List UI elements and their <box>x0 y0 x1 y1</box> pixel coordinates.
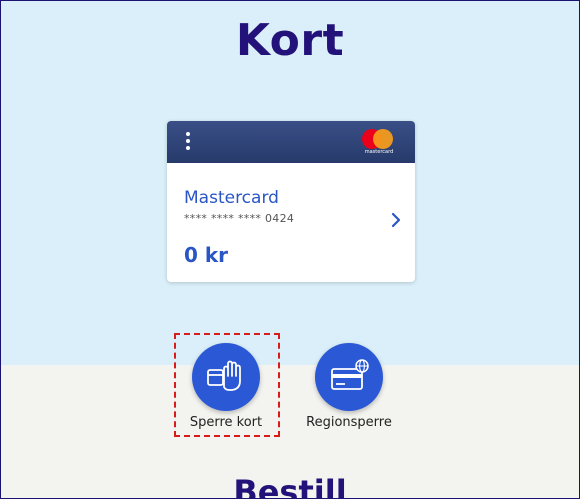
section-title-order: Bestill <box>233 473 347 499</box>
more-options-icon[interactable] <box>185 132 191 154</box>
region-block-label: Regionsperre <box>306 415 392 430</box>
region-block-action[interactable]: Regionsperre <box>294 343 404 430</box>
block-card-action[interactable]: Sperre kort <box>171 343 281 430</box>
block-card-label: Sperre kort <box>189 415 263 430</box>
card-header: mastercard <box>167 121 415 163</box>
page-title: Kort <box>235 15 345 66</box>
app-frame: Kort mastercard Mastercard **** **** ***… <box>0 0 580 499</box>
block-card-button[interactable] <box>192 343 260 411</box>
region-block-button[interactable] <box>315 343 383 411</box>
card-balance: 0 kr <box>184 243 229 267</box>
card-globe-icon <box>331 359 369 390</box>
mastercard-logo-text: mastercard <box>364 149 394 155</box>
mastercard-logo: mastercard <box>361 129 395 157</box>
card-number: **** **** **** 0424 <box>184 212 295 225</box>
hand-stop-card-icon <box>207 360 241 391</box>
chevron-right-icon[interactable] <box>389 211 403 229</box>
mastercard-card[interactable]: mastercard Mastercard **** **** **** 042… <box>167 121 415 282</box>
card-name: Mastercard <box>184 188 279 208</box>
